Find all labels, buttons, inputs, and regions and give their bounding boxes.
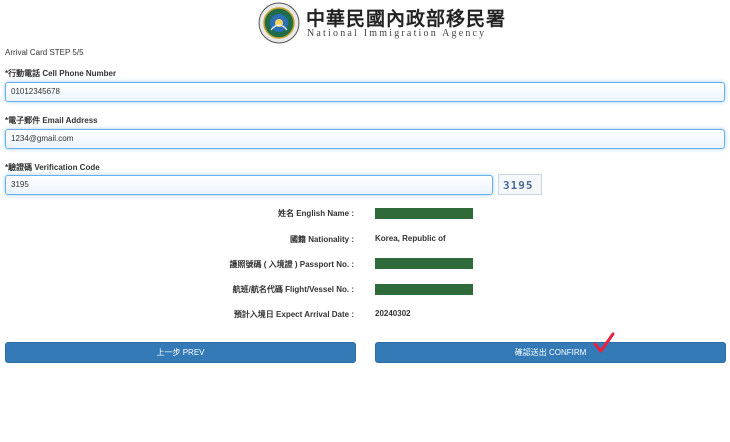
verification-code-input[interactable]: 3195 (5, 175, 493, 195)
email-label: *電子郵件 Email Address (5, 116, 98, 125)
agency-name-english: National Immigration Agency (307, 28, 487, 39)
phone-label: *行動電話 Cell Phone Number (5, 69, 117, 78)
nationality-value: Korea, Republic of (375, 234, 446, 243)
confirm-button[interactable]: 確認送出 CONFIRM (375, 342, 726, 363)
red-checkmark-icon (593, 332, 615, 353)
passport-redacted (375, 258, 473, 269)
captcha-image[interactable]: 3195 (498, 174, 542, 195)
phone-input[interactable]: 01012345678 (5, 82, 725, 102)
english-name-redacted (375, 208, 473, 219)
arrival-date-label: 預計入境日 Expect Arrival Date : (233, 310, 354, 319)
email-input[interactable]: 1234@gmail.com (5, 129, 725, 149)
captcha-text: 3195 (503, 179, 534, 192)
page-header: 中華民國內政部移民署 National Immigration Agency (0, 0, 730, 46)
step-title: Arrival Card STEP 5/5 (5, 48, 84, 57)
flight-label: 航班/航名代碼 Flight/Vessel No. : (232, 285, 354, 294)
agency-name-chinese: 中華民國內政部移民署 (306, 8, 507, 30)
passport-label: 護照號碼 ( 入境證 ) Passport No. : (229, 260, 354, 269)
agency-emblem-icon (258, 2, 300, 44)
prev-button[interactable]: 上一步 PREV (5, 342, 356, 363)
arrival-date-value: 20240302 (375, 309, 411, 318)
nationality-label: 國籍 Nationality : (289, 235, 354, 244)
verification-code-label: *驗證碼 Verification Code (5, 163, 100, 172)
flight-redacted (375, 284, 473, 295)
english-name-label: 姓名 English Name : (277, 209, 354, 218)
